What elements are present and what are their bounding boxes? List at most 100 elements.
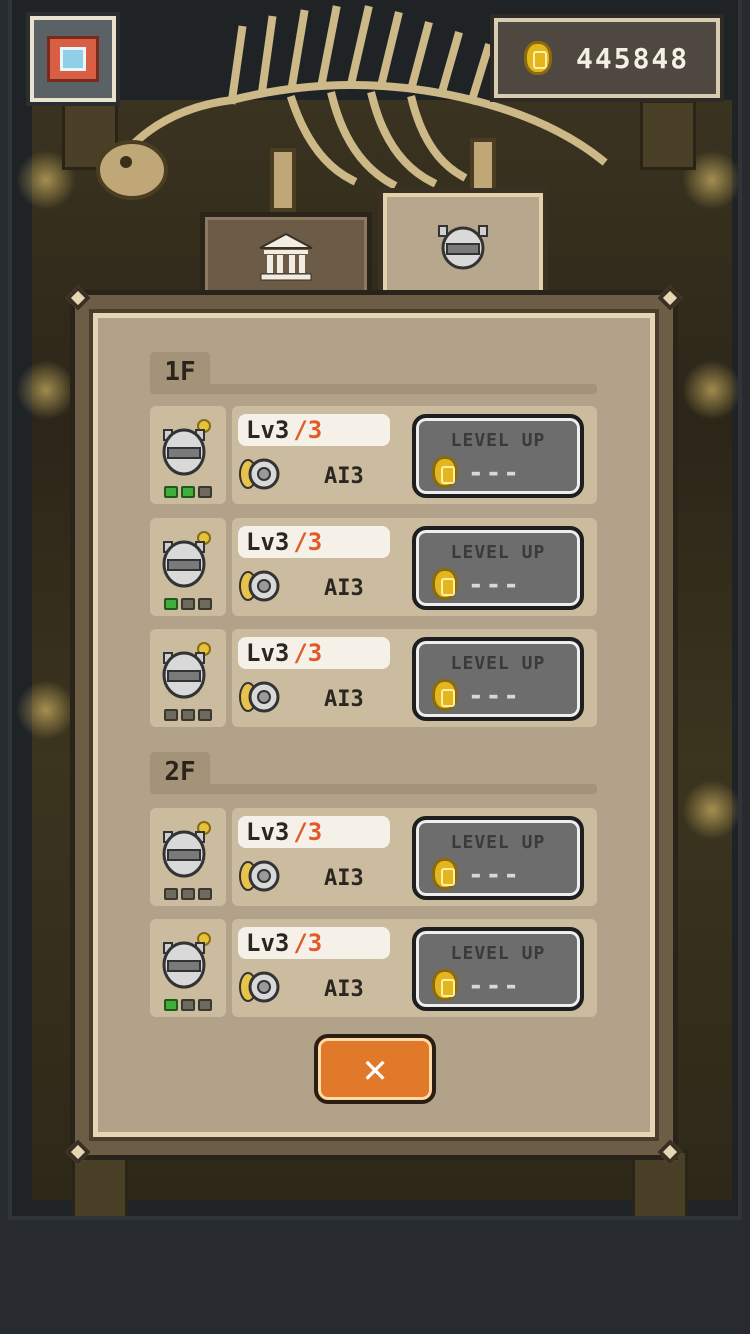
pillar xyxy=(640,100,696,170)
level-up-button[interactable]: LEVEL UP --- xyxy=(412,637,584,721)
ai-chip-icon xyxy=(239,681,280,713)
level-current: Lv3 xyxy=(246,639,290,667)
robot-info: Lv3 /3 AI3 LEVEL UP --- xyxy=(232,919,597,1017)
level-max: /3 xyxy=(293,818,323,846)
floor-divider xyxy=(150,784,597,794)
coin-counter: 445848 xyxy=(494,18,720,98)
floor-header: 1F xyxy=(150,352,597,396)
bottom-bar-area xyxy=(0,1220,750,1334)
ai-chip-icon xyxy=(239,860,280,892)
robot-icon xyxy=(438,225,488,270)
coin-icon xyxy=(432,858,458,894)
level-up-button[interactable]: LEVEL UP --- xyxy=(412,927,584,1011)
level-current: Lv3 xyxy=(246,929,290,957)
pillar xyxy=(632,1150,688,1216)
wall-lamp xyxy=(682,780,738,840)
robot-vacuum-icon xyxy=(162,642,211,699)
robot-level-pips xyxy=(164,486,212,498)
tab-robots[interactable] xyxy=(378,188,548,306)
level-up-label: LEVEL UP xyxy=(450,653,546,674)
camera-button[interactable] xyxy=(30,16,116,102)
robot-level-pips xyxy=(164,709,212,721)
robot-vacuum-icon xyxy=(162,932,211,989)
robot-level-pips xyxy=(164,888,212,900)
tab-museum[interactable] xyxy=(200,212,372,302)
robot-row: Lv3 /3 AI3 LEVEL UP --- xyxy=(150,919,597,1017)
close-button[interactable]: ✕ xyxy=(314,1034,436,1104)
robot-portrait xyxy=(150,629,226,727)
robot-vacuum-icon xyxy=(162,821,211,878)
level-pip xyxy=(164,486,178,498)
robot-vacuum-icon xyxy=(162,531,211,588)
panel-corner xyxy=(65,285,91,311)
robot-info: Lv3 /3 AI3 LEVEL UP --- xyxy=(232,808,597,906)
robot-portrait xyxy=(150,808,226,906)
level-display: Lv3 /3 xyxy=(238,927,390,959)
level-pip xyxy=(181,486,195,498)
coin-icon xyxy=(524,41,552,75)
level-up-label: LEVEL UP xyxy=(450,832,546,853)
robot-vacuum-icon xyxy=(162,419,211,476)
level-max: /3 xyxy=(293,929,323,957)
level-pip xyxy=(164,888,178,900)
level-pip xyxy=(164,709,178,721)
level-max: /3 xyxy=(293,416,323,444)
level-current: Lv3 xyxy=(246,416,290,444)
floor-header: 2F xyxy=(150,752,597,796)
floor-divider xyxy=(150,384,597,394)
ai-chip-icon xyxy=(239,570,280,602)
level-pip xyxy=(164,598,178,610)
game-screen: 445848 1F Lv3 /3 AI3 LEVEL UP --- Lv3 /3… xyxy=(0,0,750,1334)
level-pip xyxy=(181,598,195,610)
level-up-button[interactable]: LEVEL UP --- xyxy=(412,816,584,900)
museum-building-icon xyxy=(259,232,313,281)
level-up-cost: --- xyxy=(468,570,521,600)
level-up-label: LEVEL UP xyxy=(450,430,546,451)
robot-portrait xyxy=(150,518,226,616)
level-pip xyxy=(198,598,212,610)
level-pip xyxy=(198,999,212,1011)
coin-amount: 445848 xyxy=(576,41,690,75)
floor-label: 1F xyxy=(150,352,210,392)
floor-label: 2F xyxy=(150,752,210,792)
level-up-button[interactable]: LEVEL UP --- xyxy=(412,526,584,610)
level-pip xyxy=(181,888,195,900)
robot-row: Lv3 /3 AI3 LEVEL UP --- xyxy=(150,629,597,727)
coin-icon xyxy=(432,456,458,492)
camera-icon xyxy=(47,36,99,82)
wall-lamp xyxy=(16,360,76,420)
level-pip xyxy=(181,999,195,1011)
level-up-button[interactable]: LEVEL UP --- xyxy=(412,414,584,498)
level-current: Lv3 xyxy=(246,818,290,846)
level-up-cost: --- xyxy=(468,458,521,488)
robot-level-pips xyxy=(164,999,212,1011)
level-pip xyxy=(198,709,212,721)
ai-level: AI3 xyxy=(324,866,364,891)
level-pip xyxy=(198,486,212,498)
level-up-cost: --- xyxy=(468,860,521,890)
robot-info: Lv3 /3 AI3 LEVEL UP --- xyxy=(232,406,597,504)
level-pip xyxy=(181,709,195,721)
robot-row: Lv3 /3 AI3 LEVEL UP --- xyxy=(150,406,597,504)
robot-info: Lv3 /3 AI3 LEVEL UP --- xyxy=(232,629,597,727)
robot-level-pips xyxy=(164,598,212,610)
level-display: Lv3 /3 xyxy=(238,816,390,848)
level-display: Lv3 /3 xyxy=(238,414,390,446)
level-pip xyxy=(198,888,212,900)
level-current: Lv3 xyxy=(246,528,290,556)
level-up-cost: --- xyxy=(468,971,521,1001)
robot-portrait xyxy=(150,406,226,504)
camera-lens xyxy=(60,47,86,71)
ai-level: AI3 xyxy=(324,576,364,601)
robot-info: Lv3 /3 AI3 LEVEL UP --- xyxy=(232,518,597,616)
level-up-label: LEVEL UP xyxy=(450,943,546,964)
ai-chip-icon xyxy=(239,458,280,490)
close-icon: ✕ xyxy=(362,1046,388,1092)
level-up-cost: --- xyxy=(468,681,521,711)
coin-icon xyxy=(432,568,458,604)
robot-portrait xyxy=(150,919,226,1017)
level-pip xyxy=(164,999,178,1011)
level-max: /3 xyxy=(293,639,323,667)
level-display: Lv3 /3 xyxy=(238,637,390,669)
wall-lamp xyxy=(682,360,738,420)
